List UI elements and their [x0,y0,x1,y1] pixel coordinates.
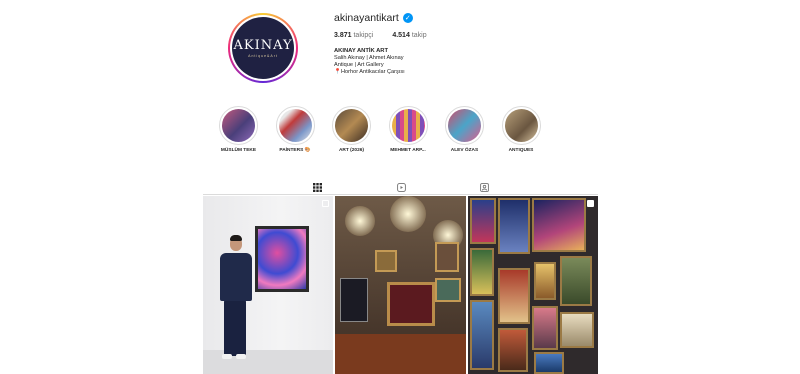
gallery-sign [340,278,368,322]
highlight-label: PAİNTERS 🎨 [279,148,310,153]
highlight-label: MÜSLÜM TEKE [220,148,257,153]
person-legs [224,300,246,356]
avatar-logo-text: AKINAY [233,38,293,53]
verified-badge-icon: ✓ [402,13,413,23]
highlight-ring [219,106,258,145]
wall-painting [498,198,530,254]
tab-posts[interactable] [296,180,338,195]
highlight-label: ART (2026) [338,148,365,153]
story-highlights: MÜSLÜM TEKE PAİNTERS 🎨 ART (2026) MEHMET… [219,106,541,153]
wall-painting [375,250,397,272]
highlight-item[interactable]: PAİNTERS 🎨 [275,106,315,153]
following-label: takip [411,32,427,39]
bio-line-3: 📍Horhor Antikacılar Çarşısı [334,69,405,76]
avatar-logo-subtext: Antique&Art [248,54,278,58]
highlight-item[interactable]: ART (2026) [332,106,371,153]
highlight-item[interactable]: MÜSLÜM TEKE [219,106,258,153]
wall-painting [498,328,528,372]
bio-location: Horhor Antikacılar Çarşısı [340,69,405,75]
highlight-ring [388,106,428,145]
highlight-item[interactable]: MEHMET ARP... [388,106,428,153]
following-count: 4.514 [392,32,410,39]
person-hair [230,235,242,241]
wall-painting [534,352,564,374]
bio-line-1: Salih Akınay | Ahmet Akınay [334,55,404,61]
highlight-label: MEHMET ARP... [390,148,426,153]
profile-display-name: AKINAY ANTİK ART [334,48,388,54]
post-thumbnail[interactable] [468,196,598,374]
chandelier-light [390,196,426,232]
highlight-cover [391,109,425,142]
post-painting [255,226,309,292]
easel-painting [387,282,435,326]
avatar-image: AKINAY Antique&Art [232,17,294,79]
wall-painting [534,262,556,300]
tabs-divider [203,194,598,195]
wall-painting [498,268,530,324]
wall-painting [435,278,461,302]
wall-painting [532,306,558,350]
carousel-icon [322,200,329,207]
highlight-ring [275,106,315,145]
highlight-cover [278,109,312,142]
followers-count: 3.871 [334,32,352,39]
profile-bio: AKINAY ANTİK ART Salih Akınay | Ahmet Ak… [334,48,405,76]
following-stat[interactable]: 4.514 takip [392,32,426,39]
grid-icon [312,182,322,192]
highlight-item[interactable]: ALEV ÖZAS [445,106,484,153]
tagged-icon [479,182,489,192]
profile-avatar[interactable]: AKINAY Antique&Art [228,13,298,83]
highlight-cover [504,109,538,142]
wall-painting [560,256,592,306]
reels-icon [396,182,406,192]
post-thumbnail[interactable] [335,196,466,374]
tab-reels[interactable] [394,180,408,194]
bio-line-2: Antique | Art Gallery [334,62,384,68]
reel-icon [587,200,594,207]
location-pin-icon: 📍 [334,69,341,75]
profile-username[interactable]: akinayantikart [334,12,399,24]
wall-painting [470,248,494,296]
wall-painting [532,198,586,252]
wall-painting [470,198,496,244]
painting-canvas [258,229,306,289]
wall-painting [435,242,459,272]
highlight-cover [335,109,368,142]
profile-stats: 3.871 takipçi 4.514 takip [334,32,427,39]
person-shoe-left [222,354,232,359]
highlight-ring [501,106,541,145]
highlight-cover [448,109,481,142]
highlight-ring [332,106,371,145]
followers-label: takipçi [353,32,374,39]
palette-icon: 🎨 [304,148,311,153]
profile-username-row: akinayantikart ✓ [334,12,413,24]
followers-stat[interactable]: 3.871 takipçi [334,32,373,39]
post-thumbnail[interactable] [203,196,333,374]
highlight-ring [445,106,484,145]
person-body [220,253,252,301]
wall-painting [560,312,594,348]
avatar-inner: AKINAY Antique&Art [230,15,296,81]
highlight-item[interactable]: ANTIQUES [501,106,541,153]
shop-counter [335,334,466,374]
highlight-label: ALEV ÖZAS [450,148,479,153]
highlight-cover [222,109,255,142]
tab-tagged[interactable] [477,180,491,194]
highlight-label: ANTIQUES [508,148,534,153]
wall-painting [470,300,494,370]
person-shoe-right [236,354,246,359]
highlight-label-text: PAİNTERS [279,148,304,153]
chandelier-light [345,206,375,236]
